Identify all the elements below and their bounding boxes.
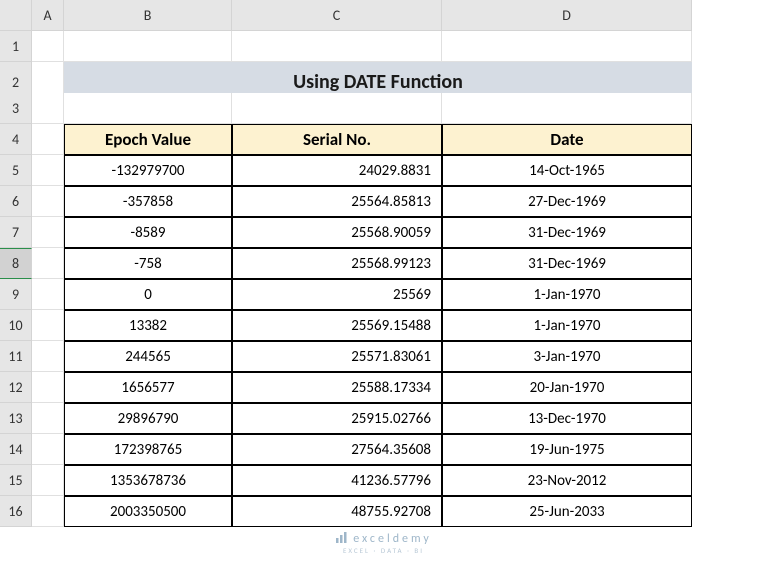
- row-header[interactable]: 16: [0, 496, 32, 527]
- cell[interactable]: [32, 31, 64, 62]
- cell[interactable]: [32, 155, 64, 186]
- serial-cell[interactable]: 25571.83061: [232, 341, 442, 372]
- row-header[interactable]: 3: [0, 93, 32, 124]
- col-header-b[interactable]: B: [64, 0, 232, 31]
- row-header[interactable]: 11: [0, 341, 32, 372]
- epoch-cell[interactable]: -8589: [64, 217, 232, 248]
- row-header[interactable]: 9: [0, 279, 32, 310]
- table-header-date[interactable]: Date: [442, 124, 692, 155]
- row-header[interactable]: 4: [0, 124, 32, 155]
- table-header-epoch[interactable]: Epoch Value: [64, 124, 232, 155]
- row-header[interactable]: 6: [0, 186, 32, 217]
- epoch-cell[interactable]: -132979700: [64, 155, 232, 186]
- cell[interactable]: [32, 279, 64, 310]
- epoch-cell[interactable]: 1656577: [64, 372, 232, 403]
- date-cell[interactable]: 23-Nov-2012: [442, 465, 692, 496]
- date-cell[interactable]: 20-Jan-1970: [442, 372, 692, 403]
- cell[interactable]: [64, 31, 232, 62]
- serial-cell[interactable]: 25568.90059: [232, 217, 442, 248]
- date-cell[interactable]: 13-Dec-1970: [442, 403, 692, 434]
- watermark-tag: EXCEL · DATA · BI: [0, 546, 767, 555]
- cell[interactable]: [32, 310, 64, 341]
- cell[interactable]: [232, 31, 442, 62]
- serial-cell[interactable]: 25564.85813: [232, 186, 442, 217]
- epoch-cell[interactable]: -758: [64, 248, 232, 279]
- corner-cell[interactable]: [0, 0, 32, 31]
- epoch-cell[interactable]: 1353678736: [64, 465, 232, 496]
- watermark: exceldemy EXCEL · DATA · BI: [0, 530, 767, 555]
- date-cell[interactable]: 1-Jan-1970: [442, 310, 692, 341]
- row-header[interactable]: 7: [0, 217, 32, 248]
- cell[interactable]: [32, 217, 64, 248]
- date-cell[interactable]: 31-Dec-1969: [442, 217, 692, 248]
- cell[interactable]: [32, 403, 64, 434]
- serial-cell[interactable]: 25915.02766: [232, 403, 442, 434]
- date-cell[interactable]: 25-Jun-2033: [442, 496, 692, 527]
- epoch-cell[interactable]: -357858: [64, 186, 232, 217]
- cell[interactable]: [32, 93, 64, 124]
- serial-cell[interactable]: 25569: [232, 279, 442, 310]
- serial-cell[interactable]: 25569.15488: [232, 310, 442, 341]
- date-cell[interactable]: 3-Jan-1970: [442, 341, 692, 372]
- serial-cell[interactable]: 25588.17334: [232, 372, 442, 403]
- cell[interactable]: [32, 434, 64, 465]
- col-header-c[interactable]: C: [232, 0, 442, 31]
- date-cell[interactable]: 19-Jun-1975: [442, 434, 692, 465]
- epoch-cell[interactable]: 172398765: [64, 434, 232, 465]
- serial-cell[interactable]: 48755.92708: [232, 496, 442, 527]
- cell[interactable]: [32, 186, 64, 217]
- row-header[interactable]: 8: [0, 248, 32, 279]
- serial-cell[interactable]: 24029.8831: [232, 155, 442, 186]
- serial-cell[interactable]: 41236.57796: [232, 465, 442, 496]
- date-cell[interactable]: 31-Dec-1969: [442, 248, 692, 279]
- table-header-serial[interactable]: Serial No.: [232, 124, 442, 155]
- cell[interactable]: [32, 465, 64, 496]
- row-header[interactable]: 13: [0, 403, 32, 434]
- cell[interactable]: [32, 341, 64, 372]
- watermark-brand: exceldemy: [353, 532, 432, 546]
- epoch-cell[interactable]: 2003350500: [64, 496, 232, 527]
- date-cell[interactable]: 1-Jan-1970: [442, 279, 692, 310]
- row-header[interactable]: 5: [0, 155, 32, 186]
- epoch-cell[interactable]: 13382: [64, 310, 232, 341]
- col-header-a[interactable]: A: [32, 0, 64, 31]
- cell[interactable]: [442, 93, 692, 124]
- date-cell[interactable]: 14-Oct-1965: [442, 155, 692, 186]
- row-header[interactable]: 12: [0, 372, 32, 403]
- serial-cell[interactable]: 27564.35608: [232, 434, 442, 465]
- cell[interactable]: [32, 496, 64, 527]
- cell[interactable]: [32, 372, 64, 403]
- row-header[interactable]: 10: [0, 310, 32, 341]
- epoch-cell[interactable]: 29896790: [64, 403, 232, 434]
- serial-cell[interactable]: 25568.99123: [232, 248, 442, 279]
- epoch-cell[interactable]: 0: [64, 279, 232, 310]
- cell[interactable]: [232, 93, 442, 124]
- col-header-d[interactable]: D: [442, 0, 692, 31]
- row-header[interactable]: 15: [0, 465, 32, 496]
- date-cell[interactable]: 27-Dec-1969: [442, 186, 692, 217]
- spreadsheet-grid: A B C D 1 2 Using DATE Function 3 4 Epoc…: [0, 0, 767, 527]
- epoch-cell[interactable]: 244565: [64, 341, 232, 372]
- cell[interactable]: [32, 124, 64, 155]
- cell[interactable]: [64, 93, 232, 124]
- cell[interactable]: [442, 31, 692, 62]
- row-header[interactable]: 14: [0, 434, 32, 465]
- cell[interactable]: [32, 248, 64, 279]
- row-header[interactable]: 1: [0, 31, 32, 62]
